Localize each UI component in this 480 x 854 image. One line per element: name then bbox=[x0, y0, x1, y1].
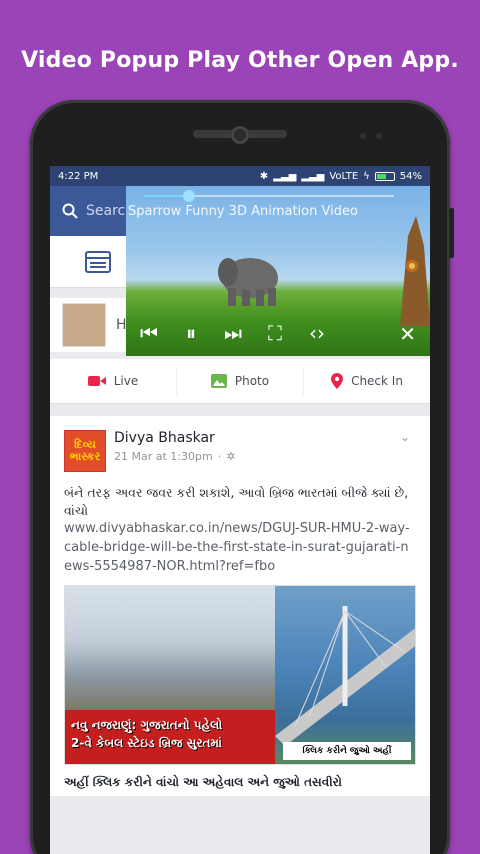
battery-percent: 54% bbox=[399, 170, 422, 182]
video-controls: ⏮ ⏸ ⏭ ⛶ ‹› bbox=[126, 310, 430, 356]
elephant-graphic bbox=[218, 258, 278, 306]
post-image[interactable]: નવુ નજરાણું: ગુજરાતનો પહેલો 2-વે કેબલ સ્… bbox=[64, 584, 416, 765]
charging-icon: ϟ bbox=[363, 170, 370, 182]
composer-hint[interactable]: H bbox=[116, 317, 127, 333]
page-logo[interactable]: દિવ્ય ભાસ્કર bbox=[64, 430, 106, 472]
page-name[interactable]: Divya Bhaskar bbox=[114, 430, 235, 446]
pause-icon[interactable]: ⏸ bbox=[178, 320, 204, 346]
feed-post: દિવ્ય ભાસ્કર Divya Bhaskar 21 Mar at 1:3… bbox=[50, 416, 430, 796]
previous-icon[interactable]: ⏮ bbox=[136, 320, 162, 346]
checkin-label: Check In bbox=[351, 374, 403, 388]
post-header: દિવ્ય ભાસ્કર Divya Bhaskar 21 Mar at 1:3… bbox=[64, 430, 416, 472]
resize-icon[interactable]: ‹› bbox=[304, 320, 330, 346]
post-caption[interactable]: અહીં ક્લિક કરીને વાંચો આ અહેવાલ અને જુઓ … bbox=[64, 765, 416, 796]
search-icon[interactable] bbox=[62, 203, 78, 219]
signal-icon: ▂▃▅ bbox=[273, 170, 297, 182]
bluetooth-icon: ✱ bbox=[259, 170, 269, 182]
video-title: Sparrow Funny 3D Animation Video bbox=[128, 204, 358, 219]
avatar[interactable] bbox=[62, 303, 106, 347]
post-time[interactable]: 21 Mar at 1:30pm bbox=[114, 450, 213, 463]
network-label: VoLTE bbox=[329, 170, 359, 182]
signal-icon: ▂▃▅ bbox=[301, 170, 325, 182]
sensor bbox=[376, 133, 382, 139]
cable-bridge-graphic bbox=[275, 605, 415, 746]
dot-separator: · bbox=[217, 450, 222, 463]
promo-title: Video Popup Play Other Open App. bbox=[21, 48, 459, 73]
video-camera-icon bbox=[87, 376, 106, 386]
live-label: Live bbox=[113, 374, 139, 388]
photo-icon bbox=[210, 374, 227, 388]
chevron-down-icon[interactable]: ⌄ bbox=[400, 430, 410, 444]
sensor bbox=[360, 133, 366, 139]
phone-screen: 4:22 PM ✱ ▂▃▅ ▂▃▅ VoLTE ϟ 54% Search H L… bbox=[50, 166, 430, 854]
checkin-button[interactable]: Check In bbox=[304, 367, 430, 395]
post-text: બંને તરફ અવર જવર કરી શકાશે, આવો બ્રિજ ભા… bbox=[64, 485, 409, 519]
live-button[interactable]: Live bbox=[50, 367, 177, 395]
fullscreen-icon[interactable]: ⛶ bbox=[262, 320, 288, 346]
post-meta: 21 Mar at 1:30pm · ✲ bbox=[114, 450, 235, 463]
composer-actions: Live Photo Check In bbox=[50, 358, 430, 404]
seek-handle[interactable] bbox=[183, 190, 195, 202]
status-time: 4:22 PM bbox=[58, 170, 99, 182]
location-pin-icon bbox=[331, 373, 344, 389]
side-button bbox=[449, 208, 454, 258]
close-icon[interactable]: ✕ bbox=[399, 322, 416, 346]
video-popup-player[interactable]: Sparrow Funny 3D Animation Video ⏮ ⏸ ⏭ ⛶… bbox=[126, 186, 430, 356]
battery-fill bbox=[376, 173, 387, 179]
photo-label: Photo bbox=[234, 374, 270, 388]
image-headline-line: 2-વે કેબલ સ્ટેઇડ બ્રિજ સુરતમાં bbox=[71, 735, 222, 750]
image-headline-line: નવુ નજરાણું: ગુજરાતનો પહેલો bbox=[71, 717, 223, 732]
globe-icon: ✲ bbox=[226, 450, 236, 463]
bridge-render-image bbox=[275, 585, 415, 764]
post-link[interactable]: www.divyabhaskar.co.in/news/DGUJ-SUR-HMU… bbox=[64, 520, 416, 577]
image-headline: નવુ નજરાણું: ગુજરાતનો પહેલો 2-વે કેબલ સ્… bbox=[65, 709, 275, 764]
status-bar: 4:22 PM ✱ ▂▃▅ ▂▃▅ VoLTE ϟ 54% bbox=[50, 166, 430, 186]
battery-icon bbox=[374, 171, 395, 181]
image-click-label: ક્લિક કરીને જુઓ અહીં bbox=[283, 741, 411, 760]
news-feed-icon[interactable] bbox=[85, 250, 111, 273]
photo-button[interactable]: Photo bbox=[177, 367, 304, 395]
next-icon[interactable]: ⏭ bbox=[220, 320, 246, 346]
video-seekbar[interactable] bbox=[144, 190, 394, 202]
front-camera bbox=[231, 126, 249, 144]
